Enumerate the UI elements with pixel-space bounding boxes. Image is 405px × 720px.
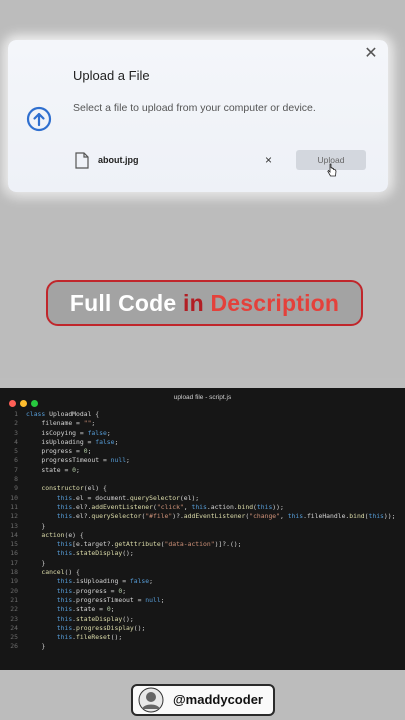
code-line: 3 isCopying = false; (0, 429, 405, 438)
code-text: this.progressDisplay(); (56, 623, 146, 632)
code-text: cancel() { (41, 568, 80, 577)
code-line: 12 this.el?.querySelector("#file")?.addE… (0, 512, 405, 521)
line-number: 15 (10, 540, 18, 549)
code-text: this.stateDisplay(); (56, 614, 134, 623)
upload-modal: ✕ Upload a File Select a file to upload … (8, 40, 388, 192)
code-text: this.isUploading = false; (56, 577, 153, 586)
code-text: action(e) { (41, 530, 84, 539)
banner-text-in: in (183, 290, 211, 316)
code-line: 25 this.fileReset(); (0, 633, 405, 642)
line-number: 8 (14, 475, 18, 484)
close-dot[interactable] (9, 400, 16, 407)
line-number: 12 (10, 512, 18, 521)
maximize-dot[interactable] (31, 400, 38, 407)
line-number: 17 (10, 558, 18, 567)
minimize-dot[interactable] (20, 400, 27, 407)
remove-file-icon[interactable]: × (265, 153, 272, 167)
code-text: state = 0; (26, 465, 80, 474)
code-text: class UploadModal { (26, 410, 100, 418)
line-number: 2 (14, 419, 18, 428)
banner-text-full-code: Full Code (69, 290, 183, 316)
line-number: 21 (10, 595, 18, 604)
line-number: 1 (14, 410, 18, 418)
code-text: filename = ""; (26, 419, 96, 428)
line-number: 3 (14, 428, 18, 437)
code-line: 10 this.el = document.querySelector(el); (0, 494, 405, 503)
line-number: 6 (14, 456, 18, 465)
code-text: this.el?.querySelector("#file")?.addEven… (56, 512, 396, 521)
line-number: 22 (10, 605, 18, 614)
code-text: this[e.target?.getAttribute("data-action… (56, 540, 242, 549)
code-text: this.progressTimeout = null; (56, 595, 165, 604)
code-line: 15 this[e.target?.getAttribute("data-act… (0, 540, 405, 549)
editor-title: upload file - script.js (173, 394, 232, 401)
code-line: 20 this.progress = 0; (0, 587, 405, 596)
line-number: 5 (14, 447, 18, 456)
code-line: 21 this.progressTimeout = null; (0, 596, 405, 605)
code-text: progressTimeout = null; (26, 456, 130, 465)
code-editor-window: upload file - script.js 1 class UploadMod… (0, 388, 405, 670)
code-line: 26 } (0, 642, 405, 651)
avatar (138, 687, 164, 713)
upload-arrow-circle-icon (26, 106, 52, 132)
line-number: 4 (14, 437, 18, 446)
author-handle-badge: @maddycoder (131, 684, 275, 716)
code-line: 5 progress = 0; (0, 447, 405, 456)
line-number: 18 (10, 568, 18, 577)
close-icon[interactable]: ✕ (363, 46, 379, 62)
code-text: } (26, 558, 46, 567)
code-block: 1 class UploadModal {2 filename = ""; 3 is… (0, 410, 405, 652)
code-line: 24 this.progressDisplay(); (0, 624, 405, 633)
line-number: 25 (10, 633, 18, 642)
mouse-cursor-icon (327, 163, 337, 177)
line-number: 24 (10, 623, 18, 632)
modal-title: Upload a File (73, 68, 150, 83)
code-line: 8 (0, 475, 405, 484)
code-text: } (26, 521, 46, 530)
code-text: progress = 0; (26, 447, 92, 456)
line-number: 7 (14, 465, 18, 474)
code-text: isUploading = false; (26, 437, 119, 446)
line-number: 23 (10, 614, 18, 623)
code-line: 18 cancel() { (0, 568, 405, 577)
code-line: 9 constructor(el) { (0, 484, 405, 493)
file-icon (75, 152, 89, 169)
code-text: } (26, 642, 46, 651)
code-line: 23 this.stateDisplay(); (0, 615, 405, 624)
file-name: about.jpg (98, 155, 139, 165)
code-line: 17 } (0, 559, 405, 568)
code-text: this.progress = 0; (56, 586, 127, 595)
code-line: 6 progressTimeout = null; (0, 456, 405, 465)
modal-subtitle: Select a file to upload from your comput… (73, 102, 316, 114)
code-line: 16 this.stateDisplay(); (0, 549, 405, 558)
line-number: 26 (10, 642, 18, 651)
code-line: 4 isUploading = false; (0, 438, 405, 447)
line-number: 9 (14, 484, 18, 493)
code-line: 1 class UploadModal { (0, 410, 405, 419)
code-text: this.el?.addEventListener("click", this.… (56, 502, 284, 511)
line-number: 13 (10, 521, 18, 530)
author-handle: @maddycoder (173, 692, 263, 707)
code-text: this.state = 0; (56, 605, 115, 614)
line-number: 11 (10, 502, 18, 511)
code-text: this.el = document.querySelector(el); (56, 493, 200, 502)
code-text: constructor(el) { (41, 484, 107, 493)
code-line: 11 this.el?.addEventListener("click", th… (0, 503, 405, 512)
line-number: 10 (10, 493, 18, 502)
line-number: 16 (10, 549, 18, 558)
code-line: 22 this.state = 0; (0, 605, 405, 614)
code-line: 13 } (0, 522, 405, 531)
line-number: 20 (10, 586, 18, 595)
line-number: 14 (10, 530, 18, 539)
code-line: 14 action(e) { (0, 531, 405, 540)
code-text: isCopying = false; (26, 428, 111, 437)
code-line: 2 filename = ""; (0, 419, 405, 428)
code-line: 7 state = 0; (0, 466, 405, 475)
code-line: 19 this.isUploading = false; (0, 577, 405, 586)
banner-text-description: Description (210, 290, 340, 316)
code-text: this.fileReset(); (56, 633, 123, 642)
code-text: this.stateDisplay(); (56, 549, 134, 558)
line-number: 19 (10, 577, 18, 586)
full-code-banner: Full Code in Description (46, 280, 363, 326)
